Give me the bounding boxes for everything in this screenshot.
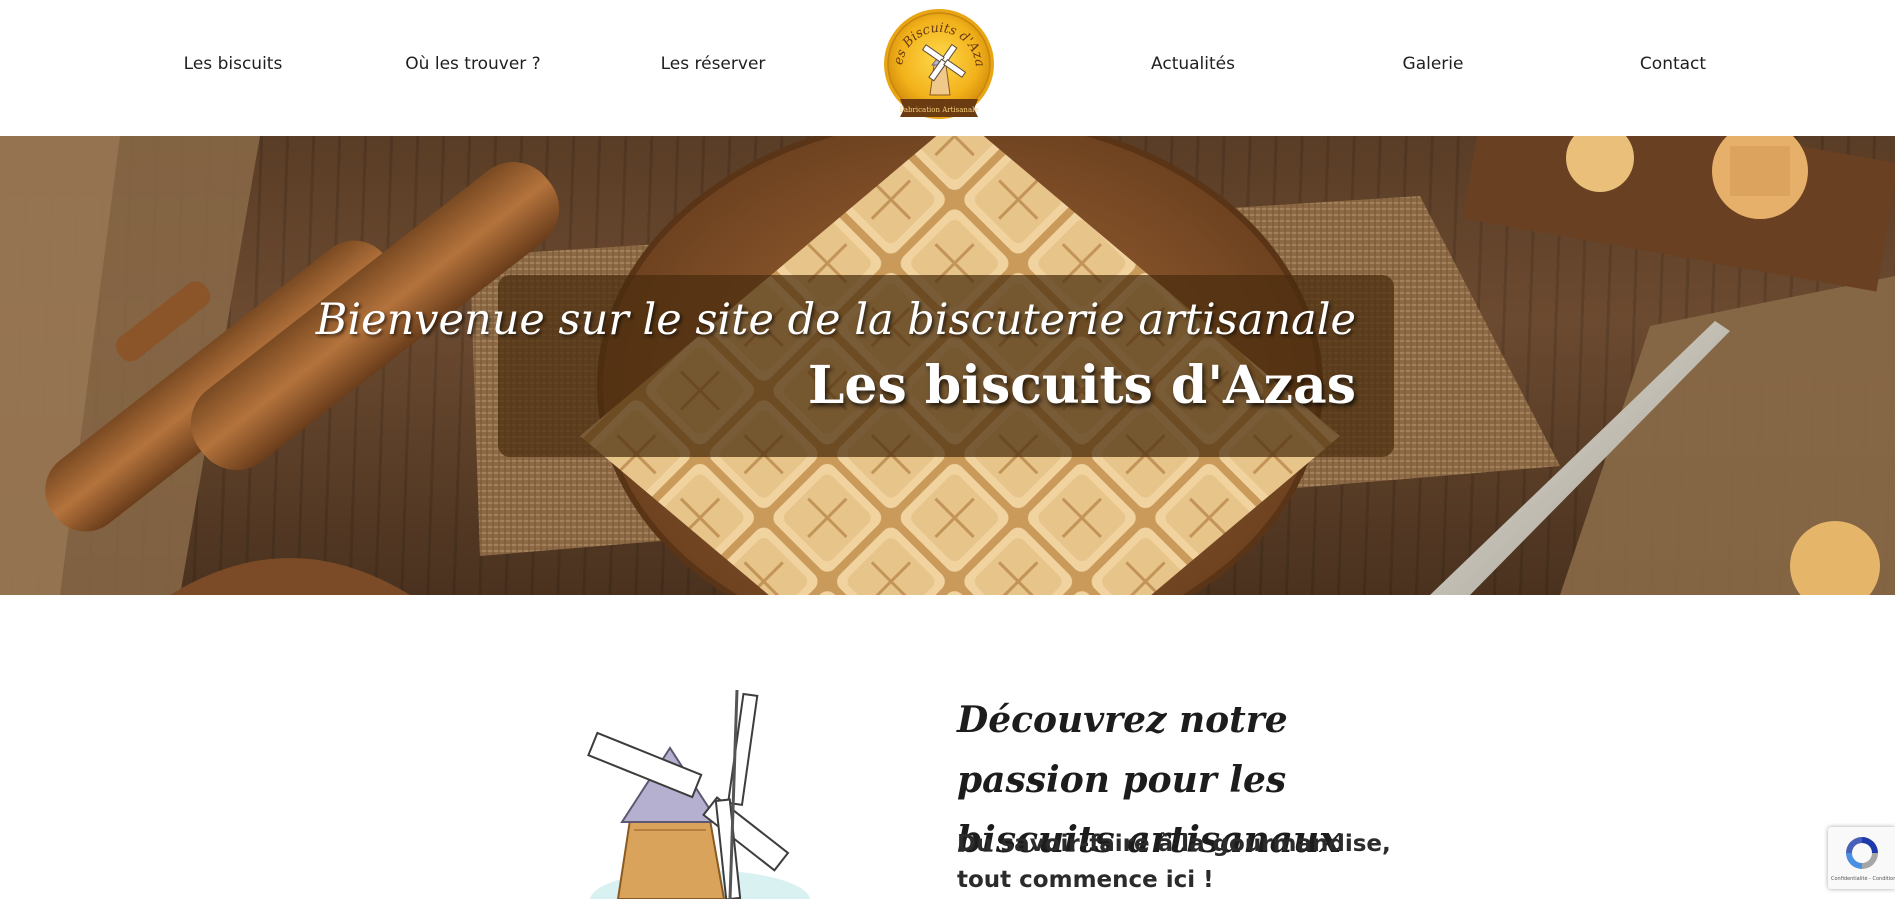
hero-banner: Bienvenue sur le site de la biscuterie a… <box>0 136 1895 595</box>
intro-subheading: Du savoir-faire à la gourmandise, tout c… <box>957 831 1391 893</box>
recaptcha-icon <box>1846 837 1878 869</box>
hero-brand-title: Les biscuits d'Azas <box>807 355 1356 416</box>
logo-ribbon-text: Fabrication Artisanale <box>900 106 979 114</box>
nav-link-les-reserver[interactable]: Les réserver <box>661 54 766 78</box>
nav-link-ou-les-trouver[interactable]: Où les trouver ? <box>405 54 540 78</box>
hero-welcome-text: Bienvenue sur le site de la biscuterie a… <box>315 295 1356 345</box>
nav-link-actualites[interactable]: Actualités <box>1151 54 1235 78</box>
nav-link-galerie[interactable]: Galerie <box>1403 54 1464 78</box>
windmill-logo-icon: Les Biscuits d'Azas Fabrication Artisana… <box>875 0 994 119</box>
recaptcha-badge[interactable]: Confidentialité - Conditions <box>1828 827 1895 889</box>
hero-title-box: Bienvenue sur le site de la biscuterie a… <box>316 275 1394 457</box>
site-logo[interactable]: Les Biscuits d'Azas Fabrication Artisana… <box>875 0 998 125</box>
recaptcha-footer-links[interactable]: Confidentialité - Conditions <box>1831 876 1895 882</box>
nav-link-les-biscuits[interactable]: Les biscuits <box>184 54 283 78</box>
site-header: Les biscuits Où les trouver ? Les réserv… <box>0 0 1895 136</box>
nav-link-contact[interactable]: Contact <box>1640 54 1706 78</box>
windmill-illustration-icon <box>587 690 810 899</box>
